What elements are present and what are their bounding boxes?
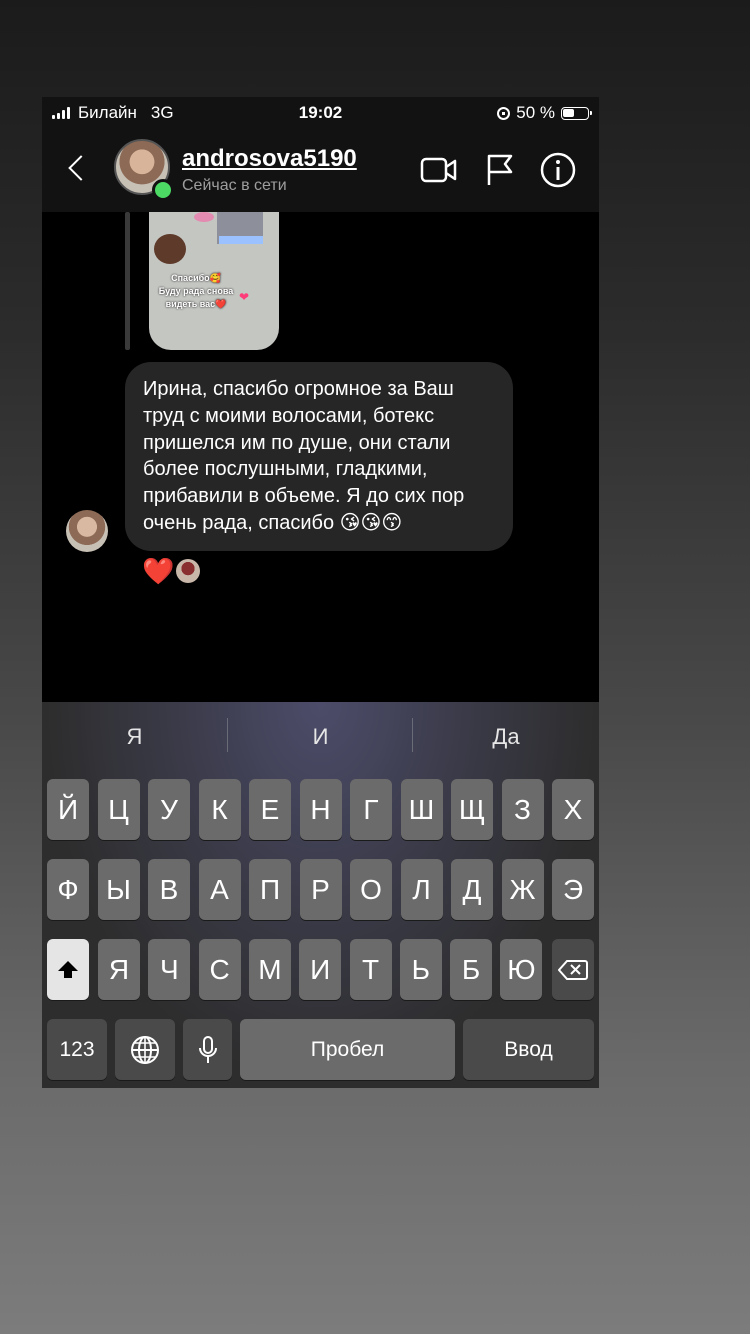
message-bubble[interactable]: Ирина, спасибо огромное за Ваш труд с мо… [125,362,513,551]
message-line: более послушными, гладкими, [143,458,428,481]
message-line: прибавили в объеме. Я до сих пор [143,485,465,508]
heart-icon: ❤️ [142,556,175,586]
key-row3-6[interactable]: Ь [399,939,442,1000]
orientation-lock-icon [497,106,511,120]
space-key[interactable]: Пробел [240,1019,455,1080]
key-row1-5[interactable]: Н [299,779,342,840]
shift-key[interactable] [47,939,89,1000]
key-row1-6[interactable]: Г [350,779,392,840]
presence-status: Сейчас в сети [182,177,287,194]
key-row2-7[interactable]: Л [400,859,443,920]
key-row2-4[interactable]: П [249,859,291,920]
key-row3-2[interactable]: С [198,939,241,1000]
key-row1-1[interactable]: Ц [97,779,140,840]
back-chevron-icon[interactable] [64,155,92,183]
dictation-key[interactable] [183,1019,232,1080]
key-row3-3[interactable]: М [248,939,291,1000]
message-line: пришелся им по душе, они стали [143,431,451,454]
key-row1-7[interactable]: Ш [400,779,443,840]
shift-arrow-icon [58,960,78,978]
microphone-icon [198,1035,217,1063]
reactor-avatar [176,559,201,583]
story-sticker [154,234,186,264]
suggestion-bar: Я И Да [42,702,599,772]
numbers-key[interactable]: 123 [47,1019,107,1080]
story-text: Спасибо🥰 Буду рада снова видеть вас❤️ [151,272,241,311]
video-call-icon[interactable] [420,151,458,189]
message-line: Ирина, спасибо огромное за Ваш [143,378,454,400]
battery-percent: 50 % [516,103,555,122]
story-reply-thumbnail[interactable]: Спасибо🥰 Буду рада снова видеть вас❤️ ❤ [149,212,279,350]
story-decoration [194,212,214,222]
suggestion-2[interactable]: И [228,724,413,750]
key-row3-4[interactable]: И [299,939,342,1000]
story-text-line: Спасибо🥰 [171,273,221,283]
suggestion-1[interactable]: Я [42,724,227,750]
key-row1-4[interactable]: Е [249,779,291,840]
globe-icon [131,1035,159,1064]
key-row1-2[interactable]: У [148,779,190,840]
key-row2-6[interactable]: О [350,859,392,920]
key-row3-0[interactable]: Я [98,939,140,1000]
delete-key[interactable] [552,939,594,1000]
return-key[interactable]: Ввод [463,1019,594,1080]
key-row2-2[interactable]: В [148,859,190,920]
chat-header: androsova5190 Сейчас в сети [42,127,599,212]
key-row1-0[interactable]: Й [47,779,89,840]
phone-screen: Билайн 3G 19:02 50 % androsova5190 Сейча… [42,97,599,1088]
message-list[interactable]: Спасибо🥰 Буду рада снова видеть вас❤️ ❤ … [42,212,599,804]
key-row1-10[interactable]: Х [552,779,594,840]
message-line: очень рада, спасибо 😘😘😙 [143,511,403,534]
story-text-line: Буду рада снова [158,286,234,296]
key-row2-10[interactable]: Э [552,859,594,920]
key-row2-1[interactable]: Ы [97,859,140,920]
key-row2-0[interactable]: Ф [47,859,89,920]
keyboard: Я И Да ЙЦУКЕНГШЩЗХ ФЫВАПРОЛДЖЭ ЯЧСМИТЬБЮ… [42,702,599,1088]
key-row2-9[interactable]: Ж [501,859,544,920]
key-row2-3[interactable]: А [198,859,241,920]
story-text-line: видеть вас❤️ [165,299,227,309]
info-icon[interactable] [539,151,577,189]
heart-icon: ❤ [239,290,250,304]
key-row1-8[interactable]: Щ [451,779,493,840]
key-row3-5[interactable]: Т [349,939,392,1000]
key-row3-8[interactable]: Ю [500,939,543,1000]
globe-key[interactable] [115,1019,175,1080]
reply-indicator [125,212,130,350]
key-row2-8[interactable]: Д [451,859,493,920]
battery-icon [561,106,592,120]
story-photo-strip [219,236,263,244]
key-row2-5[interactable]: Р [299,859,342,920]
sender-avatar[interactable] [66,510,108,552]
backspace-icon [558,959,588,980]
username[interactable]: androsova5190 [182,145,357,173]
key-row1-3[interactable]: К [198,779,241,840]
key-row3-7[interactable]: Б [450,939,493,1000]
key-row1-9[interactable]: З [501,779,544,840]
status-bar: Билайн 3G 19:02 50 % [42,97,599,127]
message-line: труд с моими волосами, ботекс [143,404,435,427]
key-row3-1[interactable]: Ч [148,939,191,1000]
suggestion-3[interactable]: Да [413,724,599,750]
message-reaction[interactable]: ❤️ [142,556,201,586]
online-indicator [152,179,174,201]
flag-icon[interactable] [481,151,519,189]
